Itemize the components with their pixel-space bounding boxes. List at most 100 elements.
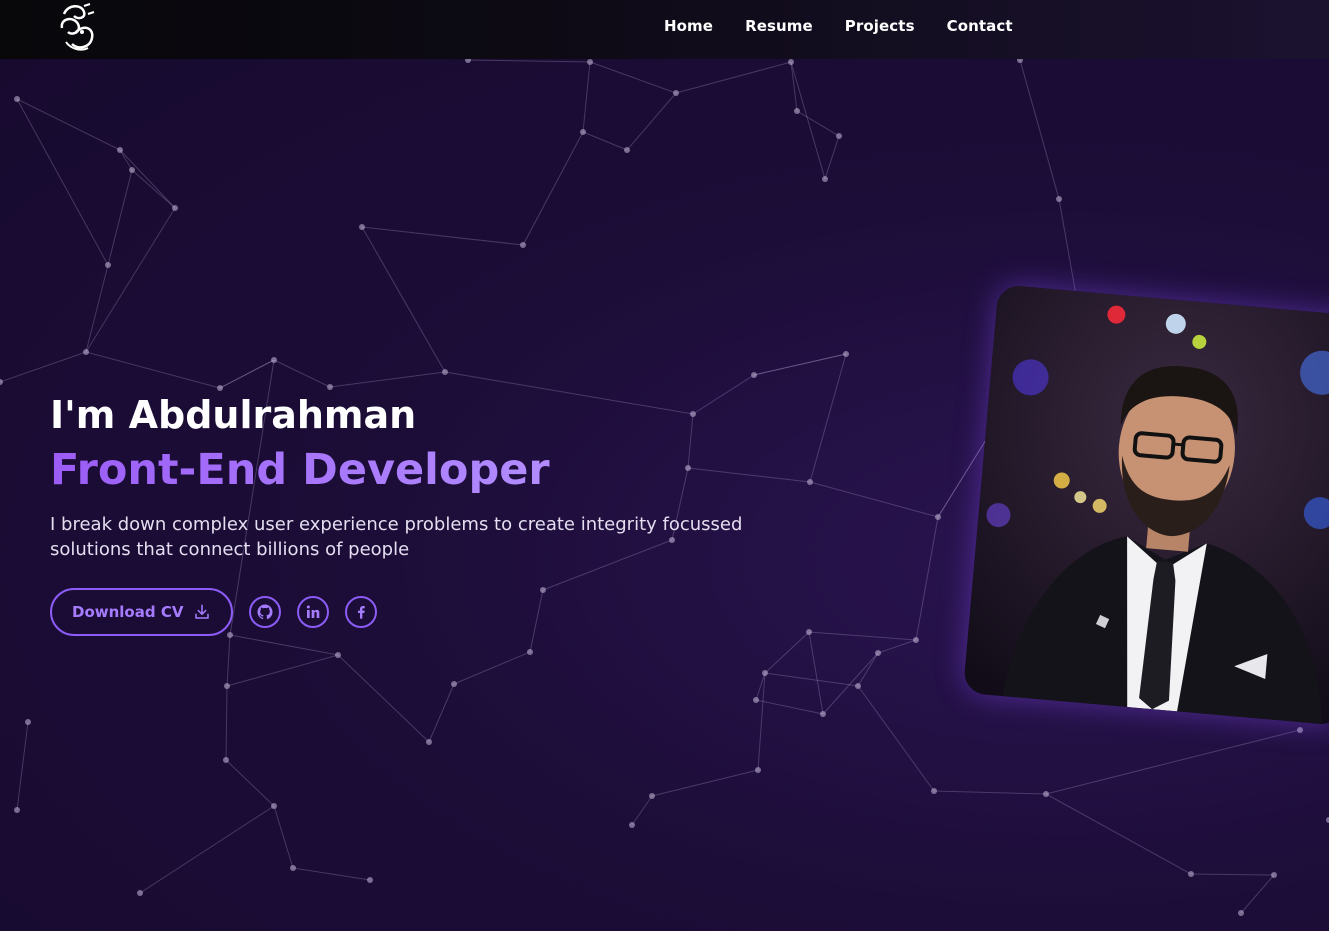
network-link bbox=[1058, 198, 1077, 296]
network-node bbox=[0, 379, 3, 385]
network-link bbox=[453, 651, 531, 685]
hero-actions: Download CV bbox=[50, 588, 810, 636]
network-node bbox=[751, 372, 757, 378]
network-link bbox=[1019, 59, 1060, 200]
network-link bbox=[467, 59, 591, 63]
network-node bbox=[520, 242, 526, 248]
network-node bbox=[271, 357, 277, 363]
network-link bbox=[1045, 729, 1301, 795]
network-node bbox=[931, 788, 937, 794]
network-link bbox=[626, 92, 677, 151]
network-node bbox=[1056, 196, 1062, 202]
network-link bbox=[225, 759, 275, 807]
network-link bbox=[753, 353, 847, 376]
hero-section: I'm Abdulrahman Front-End Developer I br… bbox=[50, 392, 810, 636]
network-link bbox=[522, 131, 584, 246]
network-node bbox=[1238, 910, 1244, 916]
network-link bbox=[582, 61, 591, 133]
network-node bbox=[14, 96, 20, 102]
network-node bbox=[271, 803, 277, 809]
network-node bbox=[25, 719, 31, 725]
network-link bbox=[273, 359, 331, 388]
network-link bbox=[229, 634, 339, 656]
calligraphy-logo[interactable] bbox=[54, 2, 100, 54]
network-node bbox=[442, 369, 448, 375]
network-link bbox=[790, 61, 798, 112]
network-link bbox=[764, 672, 859, 687]
network-node bbox=[1297, 727, 1303, 733]
network-link bbox=[219, 359, 275, 389]
nav-home[interactable]: Home bbox=[664, 17, 713, 35]
linkedin-link[interactable] bbox=[297, 596, 330, 628]
network-node bbox=[580, 129, 586, 135]
facebook-link[interactable] bbox=[345, 596, 378, 628]
network-node bbox=[137, 890, 143, 896]
nav-contact[interactable]: Contact bbox=[947, 17, 1013, 35]
network-node bbox=[673, 90, 679, 96]
network-link bbox=[428, 683, 455, 743]
network-link bbox=[808, 631, 917, 641]
network-link bbox=[915, 516, 939, 641]
network-link bbox=[757, 672, 766, 771]
nav-links: Home Resume Projects Contact bbox=[664, 17, 1045, 35]
download-cv-button[interactable]: Download CV bbox=[50, 588, 234, 636]
network-link bbox=[226, 634, 231, 687]
nav-resume[interactable]: Resume bbox=[745, 17, 813, 35]
network-node bbox=[855, 683, 861, 689]
network-link bbox=[790, 61, 826, 180]
network-link bbox=[273, 805, 294, 869]
network-node bbox=[875, 650, 881, 656]
network-link bbox=[589, 61, 677, 94]
network-node bbox=[843, 351, 849, 357]
network-link bbox=[119, 149, 176, 209]
github-link[interactable] bbox=[249, 596, 282, 628]
network-link bbox=[1045, 793, 1192, 875]
network-node bbox=[290, 865, 296, 871]
network-link bbox=[131, 169, 176, 209]
network-node bbox=[217, 385, 223, 391]
network-link bbox=[764, 631, 810, 674]
network-link bbox=[1240, 874, 1275, 914]
network-node bbox=[359, 224, 365, 230]
network-node bbox=[755, 767, 761, 773]
hero-description: I break down complex user experience pro… bbox=[50, 514, 743, 560]
profile-photo bbox=[962, 284, 1329, 726]
network-node bbox=[587, 59, 593, 65]
network-node bbox=[935, 514, 941, 520]
network-node bbox=[367, 877, 373, 883]
network-link bbox=[16, 721, 29, 811]
network-node bbox=[426, 739, 432, 745]
network-node bbox=[913, 637, 919, 643]
network-link bbox=[16, 98, 109, 266]
network-node bbox=[117, 147, 123, 153]
network-link bbox=[933, 790, 1047, 795]
github-icon bbox=[257, 604, 273, 620]
network-link bbox=[877, 639, 917, 654]
network-node bbox=[836, 133, 842, 139]
network-node bbox=[1188, 871, 1194, 877]
network-link bbox=[225, 685, 228, 761]
network-node bbox=[629, 822, 635, 828]
network-node bbox=[83, 349, 89, 355]
network-link bbox=[808, 631, 824, 715]
network-link bbox=[119, 149, 133, 171]
network-node bbox=[762, 670, 768, 676]
network-link bbox=[0, 351, 87, 383]
network-link bbox=[857, 685, 935, 792]
nav-projects[interactable]: Projects bbox=[845, 17, 915, 35]
network-node bbox=[224, 683, 230, 689]
network-node bbox=[327, 384, 333, 390]
network-link bbox=[329, 371, 446, 388]
network-node bbox=[794, 108, 800, 114]
network-node bbox=[649, 793, 655, 799]
navbar: Home Resume Projects Contact bbox=[0, 0, 1329, 59]
network-link bbox=[139, 805, 275, 894]
facebook-icon bbox=[358, 606, 366, 619]
network-link bbox=[16, 98, 121, 151]
network-link bbox=[857, 652, 879, 687]
network-node bbox=[172, 205, 178, 211]
network-link bbox=[809, 481, 939, 518]
network-node bbox=[820, 711, 826, 717]
network-link bbox=[1190, 873, 1275, 876]
network-link bbox=[631, 795, 653, 826]
